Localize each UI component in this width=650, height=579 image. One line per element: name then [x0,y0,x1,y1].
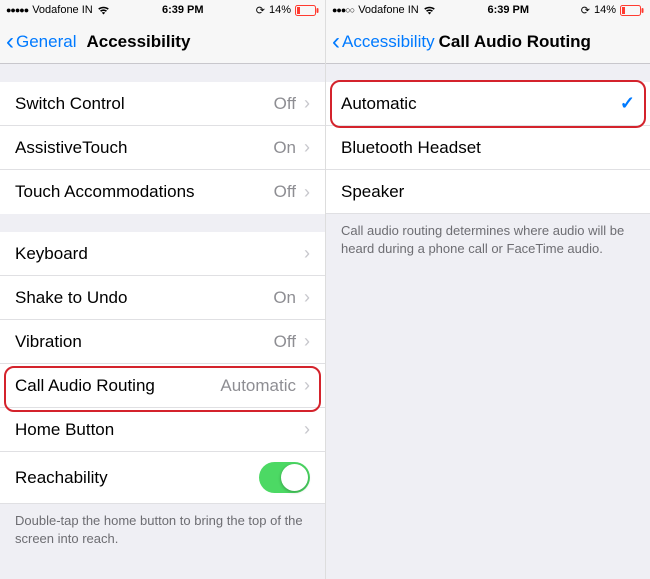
row-label: Vibration [15,332,274,352]
screen-accessibility: ●●●●● Vodafone IN 6:39 PM ⟳ 14% ‹ Genera… [0,0,325,579]
row-assistivetouch[interactable]: AssistiveTouch On › [0,126,325,170]
status-bar: ●●●●● Vodafone IN 6:39 PM ⟳ 14% [0,0,325,20]
update-icon: ⟳ [581,4,590,17]
row-vibration[interactable]: Vibration Off › [0,320,325,364]
back-button[interactable]: ‹ General [0,30,76,54]
section-footer: Call audio routing determines where audi… [326,214,650,265]
row-label: Bluetooth Headset [341,138,635,158]
section-spacer [0,64,325,82]
clock-label: 6:39 PM [487,4,529,16]
row-switch-control[interactable]: Switch Control Off › [0,82,325,126]
section-spacer [0,214,325,232]
row-value: Off [274,94,296,114]
page-title: Accessibility [86,32,190,52]
row-label: Switch Control [15,94,274,114]
chevron-right-icon: › [304,93,310,114]
row-label: Keyboard [15,244,304,264]
chevron-left-icon: ‹ [332,30,340,54]
row-value: On [273,138,296,158]
option-bluetooth-headset[interactable]: Bluetooth Headset [326,126,650,170]
section-spacer [326,64,650,82]
row-label: Call Audio Routing [15,376,220,396]
row-label: Home Button [15,420,304,440]
settings-group-touch: Switch Control Off › AssistiveTouch On ›… [0,82,325,214]
signal-dots-icon: ●●●○○ [332,5,354,15]
chevron-right-icon: › [304,375,310,396]
settings-group-interaction: Keyboard › Shake to Undo On › Vibration … [0,232,325,504]
battery-icon [620,5,644,16]
battery-pct-label: 14% [269,4,291,16]
nav-bar: ‹ Accessibility Call Audio Routing [326,20,650,64]
back-label: Accessibility [342,32,435,52]
back-button[interactable]: ‹ Accessibility [326,30,435,54]
battery-icon [295,5,319,16]
routing-options-group: Automatic ✓ Bluetooth Headset Speaker [326,82,650,214]
row-reachability[interactable]: Reachability [0,452,325,504]
row-value: Off [274,182,296,202]
row-label: Touch Accommodations [15,182,274,202]
status-bar: ●●●○○ Vodafone IN 6:39 PM ⟳ 14% [326,0,650,20]
carrier-label: Vodafone IN [358,4,419,16]
row-value: On [273,288,296,308]
update-icon: ⟳ [256,4,265,17]
clock-label: 6:39 PM [162,4,204,16]
row-value: Off [274,332,296,352]
row-label: Reachability [15,468,259,488]
row-label: AssistiveTouch [15,138,273,158]
checkmark-icon: ✓ [620,93,635,114]
page-title: Call Audio Routing [439,32,591,52]
row-touch-accommodations[interactable]: Touch Accommodations Off › [0,170,325,214]
screen-call-audio-routing: ●●●○○ Vodafone IN 6:39 PM ⟳ 14% ‹ Access… [325,0,650,579]
chevron-right-icon: › [304,331,310,352]
section-footer: Double-tap the home button to bring the … [0,504,325,555]
row-home-button[interactable]: Home Button › [0,408,325,452]
row-call-audio-routing[interactable]: Call Audio Routing Automatic › [0,364,325,408]
carrier-label: Vodafone IN [32,4,93,16]
back-label: General [16,32,76,52]
wifi-icon [97,5,110,15]
chevron-left-icon: ‹ [6,30,14,54]
row-label: Automatic [341,94,620,114]
option-speaker[interactable]: Speaker [326,170,650,214]
row-shake-to-undo[interactable]: Shake to Undo On › [0,276,325,320]
option-automatic[interactable]: Automatic ✓ [326,82,650,126]
chevron-right-icon: › [304,287,310,308]
nav-bar: ‹ General Accessibility [0,20,325,64]
row-label: Shake to Undo [15,288,273,308]
chevron-right-icon: › [304,243,310,264]
battery-pct-label: 14% [594,4,616,16]
signal-dots-icon: ●●●●● [6,5,28,15]
toggle-switch[interactable] [259,462,310,493]
row-value: Automatic [220,376,296,396]
chevron-right-icon: › [304,419,310,440]
chevron-right-icon: › [304,182,310,203]
row-keyboard[interactable]: Keyboard › [0,232,325,276]
wifi-icon [423,5,436,15]
chevron-right-icon: › [304,137,310,158]
row-label: Speaker [341,182,635,202]
